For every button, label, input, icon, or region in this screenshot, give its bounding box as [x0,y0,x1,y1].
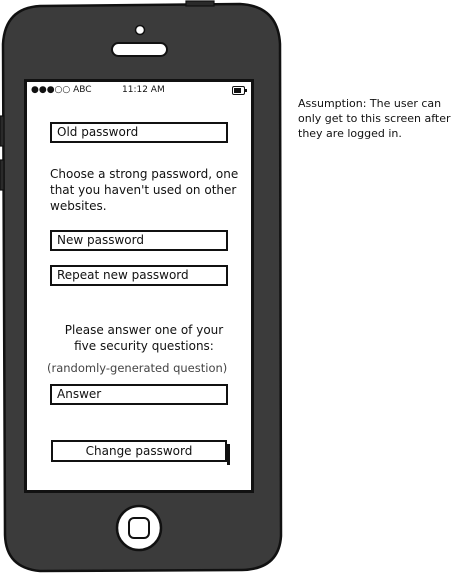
security-prompt-text: Please answer one of your five security … [64,323,224,353]
speaker-icon [111,42,168,57]
phone-screen: ●●●○○ ABC 11:12 AM Old password Choose a… [27,82,251,490]
repeat-password-field[interactable]: Repeat new password [50,265,228,286]
side-button-left-1 [0,115,5,147]
carrier-signal: ●●●○○ ABC [31,85,92,95]
answer-field[interactable]: Answer [50,384,228,405]
side-button-top [185,0,215,7]
old-password-field[interactable]: Old password [50,122,228,143]
battery-icon [232,86,247,95]
change-password-button[interactable]: Change password [51,440,230,465]
status-time: 11:12 AM [122,85,165,95]
new-password-field[interactable]: New password [50,230,228,251]
status-bar: ●●●○○ ABC 11:12 AM [27,82,251,98]
home-button-icon [128,517,150,539]
camera-icon [134,24,146,36]
security-question-text: (randomly-generated question) [47,361,228,375]
side-button-left-2 [0,159,5,191]
assumption-note: Assumption: The user can only get to thi… [298,97,451,140]
password-guidance-text: Choose a strong password, one that you h… [50,167,239,213]
